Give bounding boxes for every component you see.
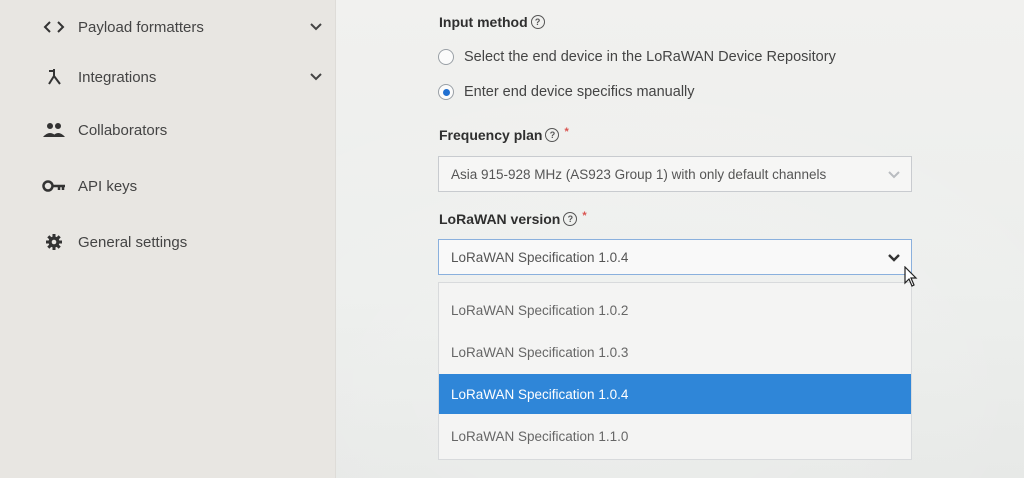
lorawan-version-select[interactable]: LoRaWAN Specification 1.0.4 (438, 239, 912, 275)
sidebar-item-collaborators[interactable]: Collaborators (0, 110, 335, 150)
sidebar-item-label: Payload formatters (78, 18, 204, 36)
chevron-down-icon (887, 167, 901, 181)
frequency-plan-label-text: Frequency plan (439, 127, 543, 143)
option-label: LoRaWAN Specification 1.1.0 (451, 428, 629, 444)
frequency-plan-value: Asia 915-928 MHz (AS923 Group 1) with on… (451, 166, 827, 182)
gear-icon (41, 232, 67, 252)
sidebar-item-payload-formatters[interactable]: Payload formatters (0, 7, 335, 47)
radio-label: Select the end device in the LoRaWAN Dev… (464, 49, 836, 65)
sidebar-item-integrations[interactable]: Integrations (0, 57, 335, 97)
mouse-cursor-icon (904, 265, 918, 288)
sidebar-item-label: Integrations (78, 68, 157, 86)
input-method-label-text: Input method (439, 14, 528, 30)
input-method-label: Input method ? (439, 14, 545, 30)
code-brackets-icon (41, 17, 67, 37)
chevron-down-icon[interactable] (308, 19, 324, 35)
lorawan-version-dropdown: LoRaWAN Specification 1.0.2 LoRaWAN Spec… (438, 282, 912, 460)
help-icon[interactable]: ? (530, 15, 545, 29)
required-marker: * (564, 126, 569, 138)
option-label: LoRaWAN Specification 1.0.4 (451, 386, 629, 402)
radio-manual-entry[interactable]: Enter end device specifics manually (438, 84, 695, 100)
radio-button-checked[interactable] (438, 84, 454, 100)
lorawan-version-label: LoRaWAN version ? * (439, 210, 587, 227)
frequency-plan-label: Frequency plan ? * (439, 126, 569, 143)
sidebar-item-label: API keys (78, 177, 138, 195)
frequency-plan-select[interactable]: Asia 915-928 MHz (AS923 Group 1) with on… (438, 156, 912, 192)
option-label: LoRaWAN Specification 1.0.3 (451, 344, 629, 360)
radio-button[interactable] (438, 49, 454, 65)
key-icon (41, 176, 67, 196)
radio-label: Enter end device specifics manually (464, 84, 695, 100)
people-icon (41, 120, 67, 140)
dropdown-option[interactable]: LoRaWAN Specification 1.0.2 (439, 290, 911, 330)
help-icon[interactable]: ? (545, 128, 560, 142)
sidebar-item-label: General settings (78, 233, 188, 251)
integrations-icon (41, 67, 67, 87)
required-marker: * (582, 210, 587, 222)
option-label: LoRaWAN Specification 1.0.2 (451, 302, 629, 318)
dropdown-option[interactable]: LoRaWAN Specification 1.1.0 (439, 416, 911, 456)
chevron-down-icon (887, 250, 901, 264)
sidebar-item-general-settings[interactable]: General settings (0, 222, 335, 262)
help-icon[interactable]: ? (563, 212, 578, 226)
lorawan-version-value: LoRaWAN Specification 1.0.4 (451, 249, 629, 265)
lorawan-version-label-text: LoRaWAN version (439, 211, 561, 227)
sidebar-item-label: Collaborators (78, 121, 168, 139)
sidebar: Payload formatters Integrations Collabor… (0, 0, 336, 478)
sidebar-item-api-keys[interactable]: API keys (0, 166, 335, 206)
dropdown-option[interactable]: LoRaWAN Specification 1.0.3 (439, 332, 911, 372)
chevron-down-icon[interactable] (308, 69, 324, 85)
end-device-form: Input method ? Select the end device in … (336, 0, 1024, 478)
page: Payload formatters Integrations Collabor… (0, 0, 1024, 478)
dropdown-option-selected[interactable]: LoRaWAN Specification 1.0.4 (439, 374, 911, 414)
radio-device-repository[interactable]: Select the end device in the LoRaWAN Dev… (438, 49, 836, 65)
